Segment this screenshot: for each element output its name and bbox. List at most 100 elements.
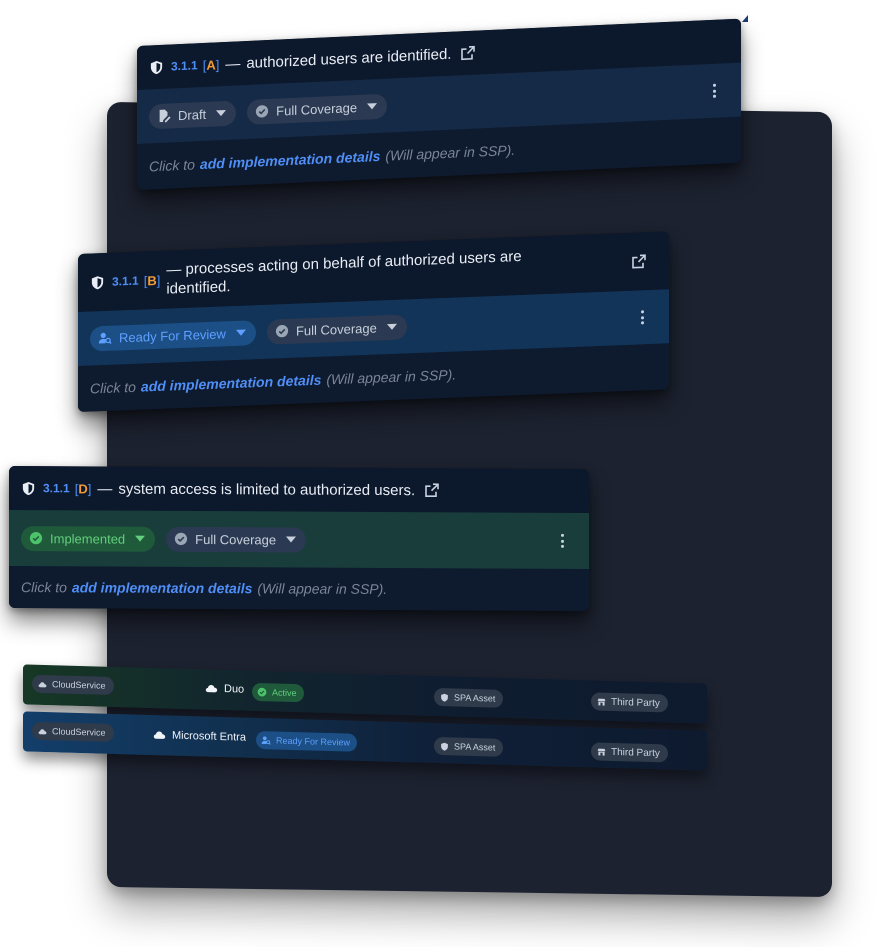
control-card-a-wrapper: 3.1.1 [A] — authorized users are identif… xyxy=(137,18,741,190)
status-dropdown[interactable]: Implemented xyxy=(21,525,156,552)
kebab-menu-icon[interactable] xyxy=(561,533,565,548)
check-circle-icon xyxy=(29,532,43,545)
control-title: authorized users are identified. xyxy=(246,45,452,72)
external-link-icon[interactable] xyxy=(424,482,440,498)
coverage-label: Full Coverage xyxy=(295,320,377,339)
asset-type-label: CloudService xyxy=(52,726,106,738)
control-title: — processes acting on behalf of authoriz… xyxy=(166,247,521,299)
shield-icon xyxy=(441,693,448,702)
bracket-close: ] xyxy=(87,480,92,496)
user-review-icon xyxy=(98,332,112,344)
chevron-down-icon xyxy=(235,329,246,336)
asset-name-label: Microsoft Entra xyxy=(172,729,246,744)
coverage-dropdown[interactable]: Full Coverage xyxy=(266,313,407,345)
bracket-close: ] xyxy=(215,56,220,72)
control-card-b[interactable]: 3.1.1 [B] — processes acting on behalf o… xyxy=(78,231,669,412)
status-label: Draft xyxy=(178,106,207,123)
coverage-label: Full Coverage xyxy=(276,99,358,119)
asset-type-label: CloudService xyxy=(52,679,106,691)
asset-name[interactable]: Microsoft Entra xyxy=(153,728,246,744)
asset-status-badge: Active xyxy=(252,682,304,703)
shield-icon xyxy=(22,481,35,495)
status-label: Ready For Review xyxy=(119,325,226,345)
add-implementation-link[interactable]: add implementation details xyxy=(72,579,252,596)
shield-icon xyxy=(91,275,104,289)
details-prefix: Click to xyxy=(21,579,67,596)
asset-name-label: Duo xyxy=(224,682,245,696)
add-implementation-link[interactable]: add implementation details xyxy=(141,372,321,395)
dash: — xyxy=(166,261,182,279)
details-prefix: Click to xyxy=(90,378,136,397)
control-status-bar: Implemented Full Coverage xyxy=(9,510,589,570)
asset-name[interactable]: Duo xyxy=(205,682,244,696)
control-id[interactable]: 3.1.1 xyxy=(43,481,70,495)
status-dropdown[interactable]: Ready For Review xyxy=(90,319,256,352)
cloud-icon xyxy=(205,684,218,693)
screenshot-stage: 3.1.1 [A] — authorized users are identif… xyxy=(0,0,886,947)
control-id[interactable]: 3.1.1 xyxy=(112,274,139,289)
control-letter: A xyxy=(206,56,216,73)
kebab-menu-icon[interactable] xyxy=(713,83,717,98)
status-label: Implemented xyxy=(50,530,126,547)
details-suffix: (Will appear in SSP). xyxy=(326,366,457,388)
details-suffix: (Will appear in SSP). xyxy=(257,580,388,597)
check-circle-icon xyxy=(256,105,269,118)
details-prefix: Click to xyxy=(149,156,195,175)
control-title: system access is limited to authorized u… xyxy=(118,480,416,499)
chevron-down-icon xyxy=(216,109,227,117)
coverage-label: Full Coverage xyxy=(195,531,277,547)
chevron-down-icon xyxy=(286,536,297,543)
user-review-icon xyxy=(261,736,271,745)
asset-category-label: SPA Asset xyxy=(454,741,496,753)
asset-status-label: Active xyxy=(272,687,297,699)
asset-status-badge: Ready For Review xyxy=(256,730,358,752)
asset-provider-badge: Third Party xyxy=(591,742,668,763)
status-dropdown[interactable]: Draft xyxy=(149,99,237,129)
shield-icon xyxy=(441,742,448,751)
store-icon xyxy=(597,698,606,706)
asset-provider-label: Third Party xyxy=(611,746,660,759)
control-id[interactable]: 3.1.1 xyxy=(171,58,198,73)
cloud-icon xyxy=(38,681,47,687)
implementation-details[interactable]: Click to add implementation details (Wil… xyxy=(9,566,589,612)
draft-edit-icon xyxy=(159,109,171,123)
asset-category-label: SPA Asset xyxy=(454,692,496,704)
check-circle-icon xyxy=(175,532,188,546)
details-suffix: (Will appear in SSP). xyxy=(385,141,516,164)
bracket-close: ] xyxy=(156,272,161,288)
kebab-menu-icon[interactable] xyxy=(641,310,645,325)
control-card-a[interactable]: 3.1.1 [A] — authorized users are identif… xyxy=(137,18,741,190)
asset-category-badge: SPA Asset xyxy=(434,687,504,708)
control-letter: D xyxy=(78,480,88,496)
add-implementation-link[interactable]: add implementation details xyxy=(200,148,380,172)
asset-category-badge: SPA Asset xyxy=(434,736,504,757)
cloud-icon xyxy=(153,731,166,739)
chevron-down-icon xyxy=(386,323,397,331)
chevron-down-icon xyxy=(367,103,378,110)
control-card-d-wrapper: 3.1.1 [D] — system access is limited to … xyxy=(9,466,589,612)
control-card-d[interactable]: 3.1.1 [D] — system access is limited to … xyxy=(9,466,589,612)
asset-provider-badge: Third Party xyxy=(591,692,668,713)
corner-accent xyxy=(742,15,748,22)
control-title-line-2: identified. xyxy=(166,278,231,298)
asset-provider-label: Third Party xyxy=(611,696,660,709)
control-letter: B xyxy=(147,272,157,288)
asset-type-badge: CloudService xyxy=(32,674,114,695)
check-circle-icon xyxy=(275,325,289,338)
store-icon xyxy=(597,748,606,756)
check-circle-icon xyxy=(257,687,267,697)
dash: — xyxy=(225,54,241,73)
asset-type-badge: CloudService xyxy=(32,721,114,742)
coverage-dropdown[interactable]: Full Coverage xyxy=(166,526,307,553)
coverage-dropdown[interactable]: Full Coverage xyxy=(247,93,388,125)
control-card-b-wrapper: 3.1.1 [B] — processes acting on behalf o… xyxy=(78,231,669,412)
control-title-line-1: processes acting on behalf of authorized… xyxy=(185,247,522,278)
control-card-header: 3.1.1 [D] — system access is limited to … xyxy=(9,466,589,514)
external-link-icon[interactable] xyxy=(460,45,476,62)
shield-icon xyxy=(150,60,163,74)
external-link-icon[interactable] xyxy=(631,253,647,270)
asset-status-label: Ready For Review xyxy=(276,735,351,748)
dash: — xyxy=(97,479,113,498)
cloud-icon xyxy=(38,728,47,734)
chevron-down-icon xyxy=(135,535,146,542)
